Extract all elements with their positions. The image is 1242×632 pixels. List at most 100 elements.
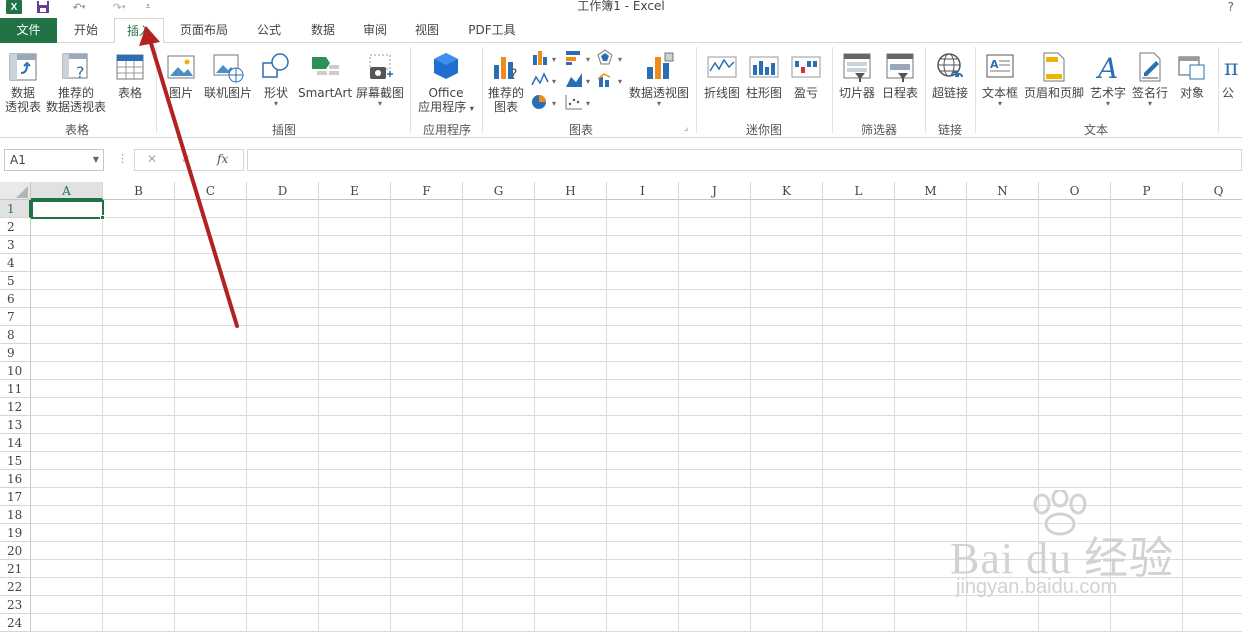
scatter-chart-icon[interactable]: ▾ xyxy=(564,93,596,113)
sparkline-column-button[interactable]: 柱形图 xyxy=(744,51,784,100)
sparkline-winloss-button[interactable]: 盈亏 xyxy=(788,51,824,100)
object-button[interactable]: 对象 xyxy=(1172,51,1212,100)
tab-data[interactable]: 数据 xyxy=(300,18,346,43)
dialog-launcher-icon[interactable]: ⌟ xyxy=(684,123,688,133)
column-header[interactable]: D xyxy=(247,182,319,200)
symbol-button[interactable]: π 公 xyxy=(1222,51,1242,100)
column-header[interactable]: P xyxy=(1111,182,1183,200)
column-header[interactable]: H xyxy=(535,182,607,200)
row-header[interactable]: 18 xyxy=(0,506,31,524)
tab-pdf-tools[interactable]: PDF工具 xyxy=(460,18,524,43)
tab-home[interactable]: 开始 xyxy=(62,18,110,43)
timeline-button[interactable]: 日程表 xyxy=(880,51,920,100)
tab-review[interactable]: 审阅 xyxy=(352,18,398,43)
row-header[interactable]: 8 xyxy=(0,326,31,344)
row-header[interactable]: 22 xyxy=(0,578,31,596)
column-header[interactable]: N xyxy=(967,182,1039,200)
row-header[interactable]: 9 xyxy=(0,344,31,362)
recommended-pivot-button[interactable]: ? 推荐的 数据透视表 xyxy=(44,51,108,114)
sparkline-line-button[interactable]: 折线图 xyxy=(702,51,742,100)
pivot-table-button[interactable]: 数据 透视表 xyxy=(2,51,44,114)
smartart-button[interactable]: SmartArt xyxy=(298,51,352,100)
formula-input[interactable] xyxy=(247,149,1242,171)
column-header[interactable]: M xyxy=(895,182,967,200)
excel-window: X ↶ ▾ ↷ ▾ ⩡ 工作簿1 - Excel ? 文件 开始 插入 页面布局… xyxy=(0,0,1242,632)
column-header[interactable]: E xyxy=(319,182,391,200)
header-footer-button[interactable]: 页眉和页脚 xyxy=(1022,51,1086,100)
textbox-button[interactable]: A 文本框 ▾ xyxy=(980,51,1020,108)
online-picture-button[interactable]: 联机图片 xyxy=(202,51,254,100)
row-header[interactable]: 15 xyxy=(0,452,31,470)
equation-icon: π xyxy=(1222,51,1242,83)
column-header[interactable]: Q xyxy=(1183,182,1242,200)
office-apps-button[interactable]: Office 应用程序 ▾ xyxy=(414,51,478,116)
tab-page-layout[interactable]: 页面布局 xyxy=(170,18,238,43)
slicer-button[interactable]: 切片器 xyxy=(836,51,878,100)
row-header[interactable]: 23 xyxy=(0,596,31,614)
column-header[interactable]: A xyxy=(31,182,103,200)
row-header[interactable]: 17 xyxy=(0,488,31,506)
table-button[interactable]: 表格 xyxy=(112,51,148,100)
insert-function-icon[interactable]: fx xyxy=(217,152,228,166)
row-header[interactable]: 24 xyxy=(0,614,31,632)
tab-formulas[interactable]: 公式 xyxy=(246,18,292,43)
column-header[interactable]: B xyxy=(103,182,175,200)
row-header[interactable]: 21 xyxy=(0,560,31,578)
select-all-corner[interactable] xyxy=(0,182,31,200)
column-chart-icon[interactable]: ▾ xyxy=(530,49,562,69)
row-header[interactable]: 2 xyxy=(0,218,31,236)
row-header[interactable]: 12 xyxy=(0,398,31,416)
row-header[interactable]: 13 xyxy=(0,416,31,434)
hyperlink-button[interactable]: 超链接 xyxy=(930,51,970,100)
signature-line-button[interactable]: 签名行 ▾ xyxy=(1130,51,1170,108)
shapes-label: 形状 xyxy=(263,86,288,100)
row-header[interactable]: 7 xyxy=(0,308,31,326)
row-header[interactable]: 16 xyxy=(0,470,31,488)
group-label-filters: 筛选器 xyxy=(860,123,897,137)
combo-chart-icon[interactable]: ▾ xyxy=(596,71,628,91)
help-button[interactable]: ? xyxy=(1228,0,1234,14)
column-header[interactable]: O xyxy=(1039,182,1111,200)
pivot-chart-button[interactable]: 数据透视图 ▾ xyxy=(628,51,690,108)
line-chart-icon[interactable]: ▾ xyxy=(530,71,562,91)
column-header[interactable]: I xyxy=(607,182,679,200)
wordart-icon: A xyxy=(1092,51,1124,85)
row-header[interactable]: 3 xyxy=(0,236,31,254)
tab-view[interactable]: 视图 xyxy=(404,18,450,43)
tab-file[interactable]: 文件 xyxy=(0,18,57,43)
column-header[interactable]: K xyxy=(751,182,823,200)
area-chart-icon[interactable]: ▾ xyxy=(564,71,596,91)
row-header[interactable]: 1 xyxy=(0,200,31,218)
grid-column-line xyxy=(462,200,463,632)
fill-handle[interactable] xyxy=(100,215,105,220)
row-header[interactable]: 4 xyxy=(0,254,31,272)
wordart-button[interactable]: A 艺术字 ▾ xyxy=(1088,51,1128,108)
column-header[interactable]: C xyxy=(175,182,247,200)
row-header[interactable]: 20 xyxy=(0,542,31,560)
column-header[interactable]: J xyxy=(679,182,751,200)
column-header[interactable]: F xyxy=(391,182,463,200)
row-header[interactable]: 14 xyxy=(0,434,31,452)
cancel-icon[interactable]: ✕ xyxy=(147,152,157,166)
row-header[interactable]: 5 xyxy=(0,272,31,290)
chevron-down-icon[interactable]: ▼ xyxy=(93,150,99,170)
active-cell[interactable] xyxy=(31,200,104,219)
screenshot-button[interactable]: 屏幕截图 ▾ xyxy=(354,51,406,108)
picture-button[interactable]: 图片 xyxy=(164,51,198,100)
row-header[interactable]: 11 xyxy=(0,380,31,398)
column-header[interactable]: G xyxy=(463,182,535,200)
column-header[interactable]: L xyxy=(823,182,895,200)
pie-chart-icon[interactable]: ▾ xyxy=(530,93,562,113)
tab-insert[interactable]: 插入 xyxy=(114,18,164,44)
bar-chart-icon[interactable]: ▾ xyxy=(564,49,596,69)
row-header[interactable]: 6 xyxy=(0,290,31,308)
drag-handle-icon[interactable]: ⋮ xyxy=(117,152,128,165)
row-header[interactable]: 19 xyxy=(0,524,31,542)
sparkline-line-icon xyxy=(706,51,738,83)
radar-chart-icon[interactable]: ▾ xyxy=(596,49,628,69)
row-header[interactable]: 10 xyxy=(0,362,31,380)
enter-icon[interactable]: ✓ xyxy=(181,152,191,166)
shapes-button[interactable]: 形状 ▾ xyxy=(260,51,292,108)
name-box[interactable]: A1 ▼ xyxy=(4,149,104,171)
recommended-charts-button[interactable]: ? 推荐的 图表 xyxy=(486,51,526,114)
